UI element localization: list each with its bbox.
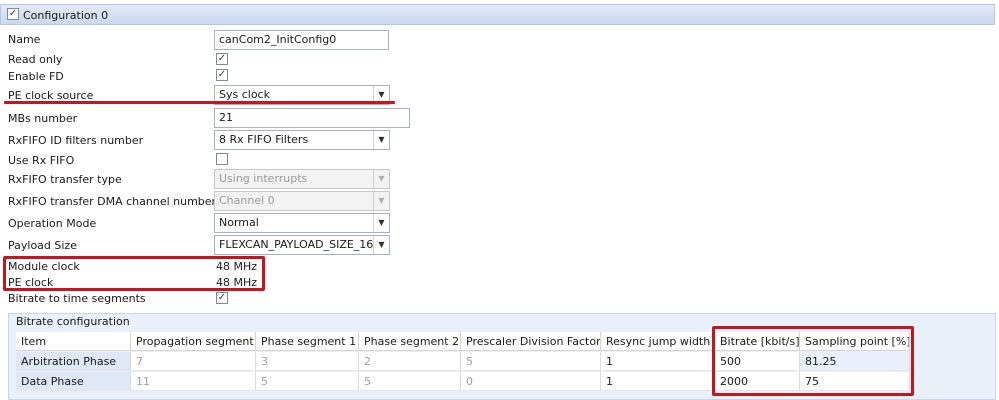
table-cell-item: Data Phase xyxy=(16,372,131,391)
column-header-phase-segment-2[interactable]: Phase segment 2 xyxy=(359,332,461,351)
use-rx-fifo-label: Use Rx FIFO xyxy=(8,154,75,167)
chevron-down-icon[interactable]: ▼ xyxy=(373,170,389,188)
highlight-clock-box xyxy=(3,256,265,291)
table-cell[interactable]: 7 xyxy=(131,352,256,371)
chevron-down-icon[interactable]: ▼ xyxy=(373,214,389,232)
operation-mode-label: Operation Mode xyxy=(8,217,97,230)
section-title: Configuration 0 xyxy=(23,9,109,22)
column-header-resync-jump-width[interactable]: Resync jump width xyxy=(601,332,715,351)
column-header-phase-segment-1[interactable]: Phase segment 1 xyxy=(256,332,359,351)
chevron-down-icon[interactable]: ▼ xyxy=(373,236,389,254)
rxfifo-filters-label: RxFIFO ID filters number xyxy=(8,134,144,147)
column-header-item[interactable]: Item xyxy=(16,332,131,351)
dma-channel-value: Channel 0 xyxy=(219,194,275,207)
chevron-down-icon[interactable]: ▼ xyxy=(373,192,389,210)
bitrate-to-time-segments-checkbox[interactable]: ✓ xyxy=(216,292,228,304)
highlight-bitrate-box xyxy=(712,326,914,396)
column-header-prescaler[interactable]: Prescaler Division Factor xyxy=(461,332,601,351)
bitrate-configuration-title: Bitrate configuration xyxy=(16,315,130,328)
table-cell[interactable]: 0 xyxy=(461,372,601,391)
table-cell[interactable]: 11 xyxy=(131,372,256,391)
rxfifo-filters-value: 8 Rx FIFO Filters xyxy=(219,133,309,146)
dma-channel-select[interactable]: Channel 0 ▼ xyxy=(214,191,390,211)
mbs-number-input[interactable]: 21 xyxy=(214,108,410,128)
rxfifo-transfer-type-select[interactable]: Using interrupts ▼ xyxy=(214,169,390,189)
table-cell[interactable]: 2 xyxy=(359,352,461,371)
table-cell-item: Arbitration Phase xyxy=(16,352,131,371)
payload-size-value: FLEXCAN_PAYLOAD_SIZE_16 xyxy=(219,238,374,251)
bitrate-to-time-segments-label: Bitrate to time segments xyxy=(8,292,146,305)
rxfifo-filters-select[interactable]: 8 Rx FIFO Filters ▼ xyxy=(214,130,390,150)
table-cell[interactable]: 5 xyxy=(359,372,461,391)
table-cell[interactable]: 5 xyxy=(461,352,601,371)
table-cell[interactable]: 3 xyxy=(256,352,359,371)
operation-mode-select[interactable]: Normal ▼ xyxy=(214,213,390,233)
table-cell[interactable]: 5 xyxy=(256,372,359,391)
read-only-checkbox[interactable]: ✓ xyxy=(216,53,228,65)
column-header-propagation-segment[interactable]: Propagation segment xyxy=(131,332,256,351)
configuration-checkbox[interactable]: ✓ xyxy=(7,8,19,20)
pe-clock-source-value: Sys clock xyxy=(219,88,270,101)
enable-fd-checkbox[interactable]: ✓ xyxy=(216,69,228,81)
payload-size-label: Payload Size xyxy=(8,239,77,252)
rxfifo-transfer-type-value: Using interrupts xyxy=(219,172,308,185)
name-input[interactable]: canCom2_InitConfig0 xyxy=(214,30,389,50)
highlight-underline xyxy=(4,101,395,104)
rxfifo-transfer-type-label: RxFIFO transfer type xyxy=(8,173,122,186)
table-cell[interactable]: 1 xyxy=(601,372,715,391)
section-header-configuration-0[interactable]: ✓ Configuration 0 xyxy=(0,4,995,25)
dma-channel-label: RxFIFO transfer DMA channel number xyxy=(8,195,217,208)
use-rx-fifo-checkbox[interactable] xyxy=(216,153,228,165)
chevron-down-icon[interactable]: ▼ xyxy=(373,131,389,149)
name-label: Name xyxy=(8,33,41,46)
payload-size-select[interactable]: FLEXCAN_PAYLOAD_SIZE_16 ▼ xyxy=(214,235,390,255)
mbs-number-label: MBs number xyxy=(8,112,78,125)
table-cell[interactable]: 1 xyxy=(601,352,715,371)
enable-fd-label: Enable FD xyxy=(8,70,64,83)
operation-mode-value: Normal xyxy=(219,216,259,229)
